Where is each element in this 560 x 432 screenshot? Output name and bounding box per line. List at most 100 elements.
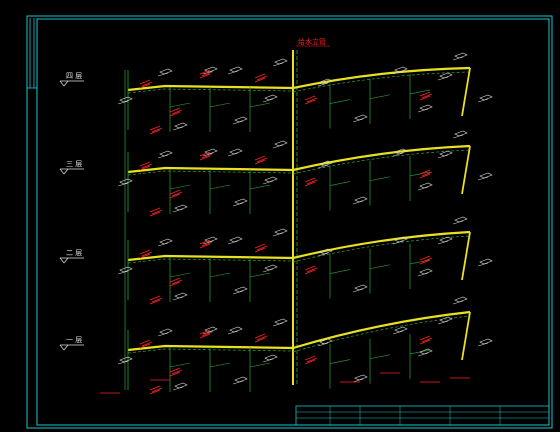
red-dimension-tag: [199, 151, 213, 161]
branch-connector: [329, 269, 351, 274]
level-marker-icon: [59, 80, 84, 87]
branch-pipe-left: [127, 170, 294, 176]
cad-drawing-viewport[interactable]: 四 层 三 层 二 层 一 层 给水立管: [0, 0, 560, 432]
red-dimension-tag: [254, 73, 268, 83]
branch-connector: [369, 264, 391, 270]
branch-connector: [249, 184, 271, 190]
fixture-symbol-icon: [227, 66, 243, 75]
red-dimension-tag: [419, 91, 433, 101]
branch-connector: [209, 362, 231, 368]
red-dimension-tag: [254, 333, 268, 343]
level-marker-icon: [59, 257, 84, 264]
floor-level-2: 二 层: [59, 249, 84, 264]
branch-pipe-left: [127, 258, 294, 264]
fixture-symbol-icon: [417, 348, 433, 357]
branch-connector: [249, 272, 271, 278]
fixture-symbol-icon: [157, 238, 173, 247]
fixture-symbol-icon: [272, 58, 288, 67]
fixture-symbol-icon: [157, 328, 173, 337]
fixture-symbol-icon: [452, 52, 468, 61]
red-dimension-tag: [199, 239, 213, 249]
red-dimension-tag: [419, 169, 433, 179]
fixture-symbol-icon: [262, 94, 278, 103]
main-pipe-right: [292, 144, 471, 172]
branch-connector: [329, 181, 351, 186]
fixture-symbol-icon: [437, 150, 453, 159]
pipe-right-drop: [461, 311, 471, 361]
fixture-symbol-icon: [452, 216, 468, 225]
red-dimension-tag: [419, 335, 433, 345]
branch-pipe-left: [127, 88, 294, 94]
red-dimension-tag: [254, 243, 268, 253]
red-dimension-tag: [254, 155, 268, 165]
binding-strip: [27, 18, 37, 89]
red-dimension-tag: [169, 189, 183, 199]
fixture-symbol-icon: [352, 284, 368, 293]
floor-level-1: 一 层: [59, 336, 84, 351]
branch-pipe-left: [127, 348, 294, 354]
riser-label: 给水立管: [298, 37, 326, 46]
fixture-symbol-icon: [417, 182, 433, 191]
fixture-symbol-icon: [172, 382, 188, 391]
fixture-symbol-icon: [352, 196, 368, 205]
fixture-symbol-icon: [272, 318, 288, 327]
floor-level-4-label: 四 层: [66, 72, 82, 80]
pipe-network: [124, 66, 471, 392]
branch-connector: [169, 102, 191, 108]
red-dimension-tag: [149, 207, 163, 217]
fixture-symbol-icon: [477, 338, 493, 347]
fixture-symbols: [117, 52, 493, 391]
fixture-symbol-icon: [272, 140, 288, 149]
fixture-symbol-icon: [392, 326, 408, 335]
red-dimension-tag: [149, 125, 163, 135]
fixture-symbol-icon: [157, 68, 173, 77]
red-dimension-tag: [419, 255, 433, 265]
fixture-symbol-icon: [477, 172, 493, 181]
floor-level-4: 四 层: [59, 72, 84, 87]
fixture-symbol-icon: [157, 150, 173, 159]
fixture-symbol-icon: [227, 236, 243, 245]
branch-connector: [209, 272, 231, 278]
fixture-symbol-icon: [352, 374, 368, 383]
fixture-symbol-icon: [417, 268, 433, 277]
fixture-symbol-icon: [262, 354, 278, 363]
title-block: [295, 405, 550, 426]
floor-level-1-label: 一 层: [66, 336, 82, 344]
fixture-symbol-icon: [272, 228, 288, 237]
level-marker-icon: [59, 344, 84, 351]
pipe-right-drop: [461, 145, 471, 195]
floor-level-3: 三 层: [59, 160, 84, 175]
pipe-isometric-drawing[interactable]: 四 层 三 层 二 层 一 层 给水立管: [0, 0, 560, 432]
fixture-symbol-icon: [172, 122, 188, 131]
red-dimension-tag: [169, 367, 183, 377]
red-dimension-tag: [304, 177, 318, 187]
red-dimension-tag: [199, 329, 213, 339]
main-riser: [292, 50, 298, 385]
fixture-symbol-icon: [452, 130, 468, 139]
branch-connector: [209, 102, 231, 108]
fixture-symbol-icon: [232, 198, 248, 207]
branch-connector: [369, 176, 391, 182]
floor-level-2-label: 二 层: [66, 249, 82, 257]
fixture-symbol-icon: [417, 104, 433, 113]
fixture-symbol-icon: [172, 292, 188, 301]
branch-connector: [169, 272, 191, 278]
fixture-symbol-icon: [232, 376, 248, 385]
branch-connector: [369, 94, 391, 100]
branch-connector: [209, 184, 231, 190]
branch-connector: [249, 362, 271, 368]
fixture-symbol-icon: [262, 176, 278, 185]
fixture-symbol-icon: [437, 316, 453, 325]
red-dimension-tag: [149, 385, 163, 395]
fixture-symbol-icon: [227, 326, 243, 335]
branch-connector: [329, 359, 351, 364]
pipe-right-drop: [461, 231, 471, 281]
fixture-symbol-icon: [437, 72, 453, 81]
red-dimension-tag: [304, 265, 318, 275]
level-marker-icon: [59, 168, 84, 175]
branch-connector: [169, 362, 191, 368]
red-dimension-tag: [169, 277, 183, 287]
fixture-symbol-icon: [232, 286, 248, 295]
red-dimension-tag: [304, 355, 318, 365]
fixture-symbol-icon: [232, 116, 248, 125]
